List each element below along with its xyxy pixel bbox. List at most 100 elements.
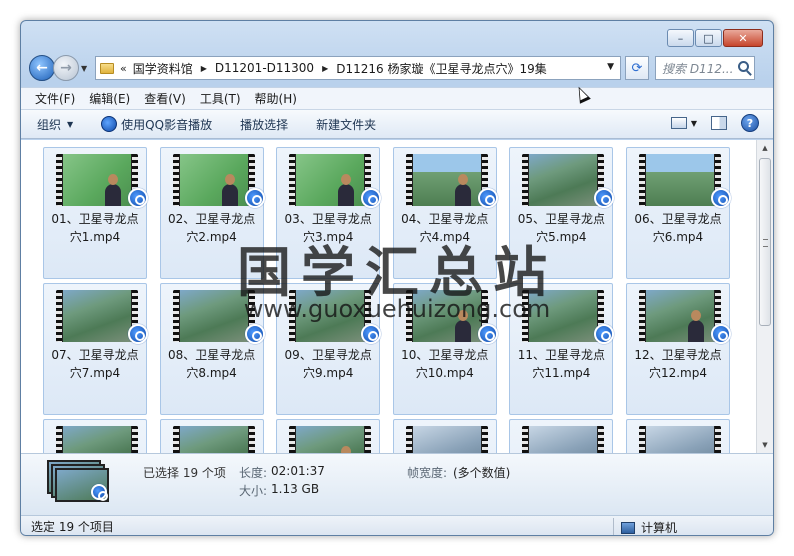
file-tile[interactable] [276,419,381,453]
status-location: 计算机 [621,519,678,535]
search-input[interactable]: 搜索 D112... [655,56,755,80]
file-name: 01、卫星寻龙点穴1.mp4 [51,212,139,244]
video-thumbnail [172,290,255,342]
file-name: 07、卫星寻龙点穴7.mp4 [51,348,139,380]
chevron-right-icon[interactable]: ▶ [201,64,207,73]
file-tile[interactable] [43,419,147,453]
scroll-down-arrow[interactable]: ▼ [757,437,773,453]
maximize-button[interactable]: □ [695,29,722,47]
file-tile[interactable]: 11、卫星寻龙点穴11.mp4 [509,283,615,415]
video-thumbnail [56,290,138,342]
command-bar: 组织 ▼ 使用QQ影音播放 播放选择 新建文件夹 ▼ ? [21,109,773,139]
computer-label: 计算机 [641,521,678,535]
presenter-figure [687,310,704,342]
view-options-dropdown[interactable]: ▼ [691,119,697,128]
menu-tools[interactable]: 工具(T) [200,90,241,107]
menu-help[interactable]: 帮助(H) [255,90,297,107]
menu-file[interactable]: 文件(F) [35,90,75,107]
video-thumbnail [638,290,721,342]
frame-width-value: (多个数值) [453,466,511,480]
video-thumbnail [289,426,372,453]
file-tile[interactable]: 04、卫星寻龙点穴4.mp4 [392,147,498,279]
breadcrumb-overflow[interactable]: « [120,62,127,75]
folder-icon [100,62,114,74]
presenter-figure [338,174,355,206]
file-name: 02、卫星寻龙点穴2.mp4 [167,212,256,244]
vertical-scrollbar[interactable]: ▲ ▼ [756,140,773,453]
file-tile[interactable] [625,419,730,453]
caption-buttons: – □ ✕ [667,29,763,47]
scrollbar-thumb[interactable] [759,158,771,326]
file-name: 12、卫星寻龙点穴12.mp4 [634,348,722,380]
back-button[interactable]: ← [29,55,55,81]
video-thumbnail [638,154,721,206]
frame-width-label: 帧宽度: [407,466,448,480]
qq-player-icon [710,324,731,344]
file-tile[interactable]: 02、卫星寻龙点穴2.mp4 [159,147,265,279]
file-tile[interactable]: 05、卫星寻龙点穴5.mp4 [509,147,615,279]
status-selected: 选定 19 个项目 [31,520,114,534]
file-tile[interactable]: 06、卫星寻龙点穴6.mp4 [625,147,731,279]
file-tile[interactable]: 08、卫星寻龙点穴8.mp4 [159,283,265,415]
chevron-right-icon[interactable]: ▶ [322,64,328,73]
file-tile[interactable]: 09、卫星寻龙点穴9.mp4 [276,283,382,415]
presenter-figure [221,174,238,206]
scroll-up-arrow[interactable]: ▲ [757,140,773,156]
menu-edit[interactable]: 编辑(E) [89,90,130,107]
file-name: 03、卫星寻龙点穴3.mp4 [284,212,372,244]
video-thumbnail [289,290,372,342]
file-tile[interactable] [159,419,264,453]
video-thumbnail [56,154,138,206]
file-tile[interactable]: 10、卫星寻龙点穴10.mp4 [392,283,498,415]
file-tile[interactable] [392,419,497,453]
change-view-icon[interactable] [670,117,687,129]
breadcrumb-item[interactable]: 国学资料馆 [133,60,193,77]
presenter-figure [454,174,471,206]
address-bar[interactable]: « 国学资料馆 ▶ D11201-D11300 ▶ D11216 杨家璇《卫星寻… [95,56,621,80]
menu-bar: 文件(F) 编辑(E) 查看(V) 工具(T) 帮助(H) [21,87,773,109]
breadcrumb-item[interactable]: D11201-D11300 [215,61,314,75]
qq-player-icon [244,188,265,208]
file-tile[interactable]: 07、卫星寻龙点穴7.mp4 [43,283,148,415]
file-view: 01、卫星寻龙点穴1.mp4 02、卫星寻龙点穴2.mp4 03、卫星寻龙点穴3.m… [21,140,773,453]
qq-player-icon [710,188,731,208]
play-selected-button[interactable]: 播放选择 [240,116,288,133]
address-dropdown-icon[interactable]: ▼ [607,62,614,72]
details-pane: 已选择 19 个项 长度: 02:01:37 大小: 1.13 GB 帧宽度: … [21,453,773,515]
file-tile[interactable]: 01、卫星寻龙点穴1.mp4 [43,147,148,279]
status-bar: 选定 19 个项目 计算机 [21,515,773,535]
explorer-window: – □ ✕ ← → ▼ « 国学资料馆 ▶ D11201-D11300 ▶ D1… [20,20,774,536]
file-name: 09、卫星寻龙点穴9.mp4 [284,348,372,380]
navigation-bar: ← → ▼ « 国学资料馆 ▶ D11201-D11300 ▶ D11216 杨… [29,53,765,83]
breadcrumb-item-current[interactable]: D11216 杨家璇《卫星寻龙点穴》19集 [336,60,547,77]
refresh-button[interactable]: ⟳ [625,56,649,80]
qq-player-icon [361,188,382,208]
file-tile[interactable]: 12、卫星寻龙点穴12.mp4 [625,283,731,415]
menu-view[interactable]: 查看(V) [144,90,186,107]
preview-pane-icon[interactable] [711,116,727,130]
qq-player-icon [477,188,498,208]
file-tile[interactable]: 03、卫星寻龙点穴3.mp4 [276,147,382,279]
qq-player-icon [477,324,498,344]
size-label: 大小: [239,484,268,498]
length-value: 02:01:37 [271,464,325,478]
help-icon[interactable]: ? [741,114,759,132]
file-tile[interactable] [509,419,614,453]
qq-player-icon [128,324,148,344]
video-thumbnail [405,290,488,342]
forward-button[interactable]: → [53,55,79,81]
close-button[interactable]: ✕ [723,29,763,47]
multiple-videos-icon [47,460,111,504]
search-icon[interactable] [738,61,749,72]
organize-button[interactable]: 组织 ▼ [37,116,73,133]
minimize-button[interactable]: – [667,29,694,47]
qq-player-icon [594,324,615,344]
video-thumbnail [289,154,372,206]
search-placeholder: 搜索 D112... [662,61,734,76]
computer-icon [621,521,635,534]
new-folder-button[interactable]: 新建文件夹 [316,116,376,133]
play-with-qq-label: 使用QQ影音播放 [121,117,213,132]
play-with-qq-button[interactable]: 使用QQ影音播放 [101,116,212,133]
recent-pages-dropdown[interactable]: ▼ [81,64,91,73]
qq-player-icon [594,188,615,208]
